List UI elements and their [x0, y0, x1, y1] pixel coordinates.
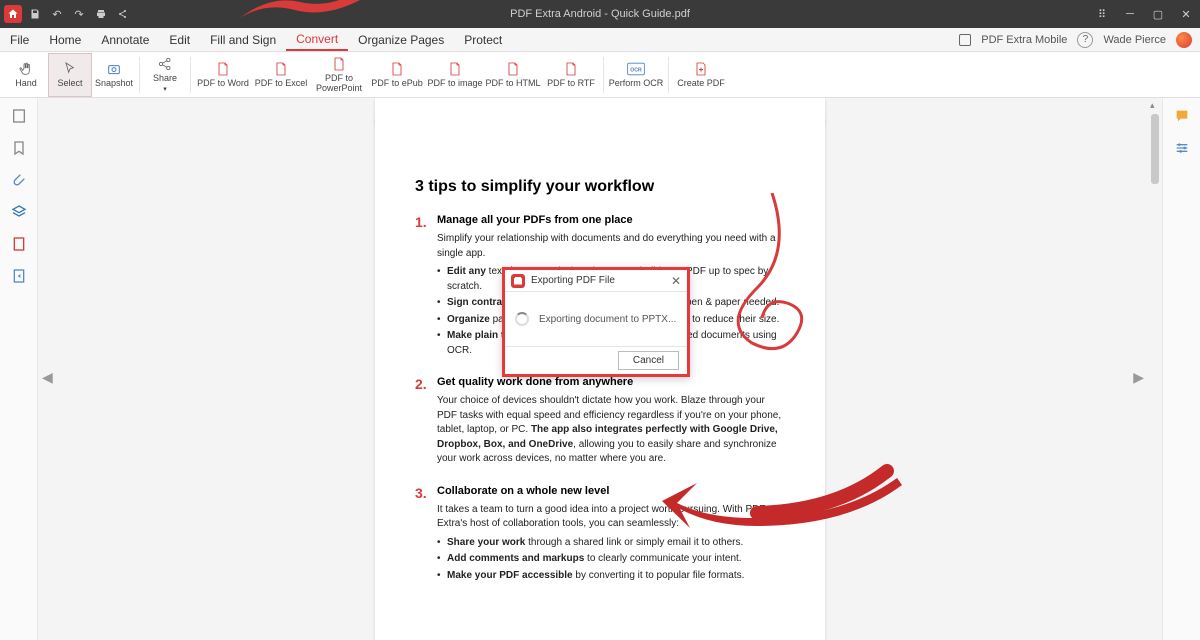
menu-file[interactable]: File: [0, 28, 39, 51]
export-dialog: Exporting PDF File ✕ Exporting document …: [502, 267, 690, 377]
doc-section-3: 3.Collaborate on a whole new levelIt tak…: [415, 485, 785, 584]
menu-protect[interactable]: Protect: [454, 28, 512, 51]
save-icon[interactable]: [26, 5, 44, 23]
dialog-message: Exporting document to PPTX...: [539, 314, 676, 325]
bookmarks-icon[interactable]: [11, 140, 27, 156]
ribbon-perform-ocr[interactable]: OCRPerform OCR: [607, 53, 665, 97]
titlebar: ↶ ↷ PDF Extra Android - Quick Guide.pdf …: [0, 0, 1200, 28]
home-icon[interactable]: [4, 5, 22, 23]
menu-fill-and-sign[interactable]: Fill and Sign: [200, 28, 286, 51]
spinner-icon: [515, 312, 529, 326]
comment-icon[interactable]: [1174, 108, 1190, 124]
thumbnails-icon[interactable]: [11, 108, 27, 124]
redo-icon[interactable]: ↷: [70, 5, 88, 23]
ribbon-snapshot[interactable]: Snapshot: [92, 53, 136, 97]
maximize-icon[interactable]: ▢: [1148, 8, 1168, 21]
app-icon: [511, 274, 525, 288]
ribbon-pdf-to-powerpoint[interactable]: PDF to PowerPoint: [310, 53, 368, 97]
ocr-icon: OCR: [627, 61, 645, 77]
ribbon: HandSelectSnapshotShare▾PDF to WordPDF t…: [0, 52, 1200, 98]
menu-convert[interactable]: Convert: [286, 28, 348, 51]
prev-page-button[interactable]: ◀: [42, 369, 53, 386]
doc-heading: 3 tips to simplify your workflow: [415, 178, 785, 196]
right-sidebar: [1162, 98, 1200, 640]
doc-icon: [215, 61, 231, 77]
close-window-icon[interactable]: ✕: [1176, 8, 1196, 21]
dialog-close-icon[interactable]: ✕: [671, 274, 681, 288]
ribbon-pdf-to-epub[interactable]: PDF to ePub: [368, 53, 426, 97]
share-quick-icon[interactable]: [114, 5, 132, 23]
ribbon-pdf-to-rtf[interactable]: PDF to RTF: [542, 53, 600, 97]
ribbon-pdf-to-excel[interactable]: PDF to Excel: [252, 53, 310, 97]
attachments-icon[interactable]: [11, 172, 27, 188]
svg-text:OCR: OCR: [630, 67, 642, 73]
cancel-button[interactable]: Cancel: [618, 351, 679, 370]
dialog-title: Exporting PDF File: [531, 275, 665, 286]
ribbon-share[interactable]: Share▾: [143, 53, 187, 97]
share-icon: [157, 56, 173, 72]
ribbon-create-pdf[interactable]: Create PDF: [672, 53, 730, 97]
doc-icon: [331, 56, 347, 72]
hand-icon: [18, 61, 34, 77]
print-icon[interactable]: [92, 5, 110, 23]
ribbon-hand[interactable]: Hand: [4, 53, 48, 97]
menu-edit[interactable]: Edit: [159, 28, 200, 51]
apps-icon[interactable]: ⠿: [1092, 8, 1112, 21]
menu-home[interactable]: Home: [39, 28, 91, 51]
doc-icon: [447, 61, 463, 77]
ribbon-select[interactable]: Select: [48, 53, 92, 97]
export-icon[interactable]: [11, 268, 27, 284]
ribbon-pdf-to-image[interactable]: PDF to image: [426, 53, 484, 97]
menubar: FileHomeAnnotateEditFill and SignConvert…: [0, 28, 1200, 52]
left-sidebar: [0, 98, 38, 640]
minimize-icon[interactable]: ─: [1120, 8, 1140, 21]
avatar[interactable]: [1176, 32, 1192, 48]
help-icon[interactable]: ?: [1077, 32, 1093, 48]
doc-icon: [563, 61, 579, 77]
mobile-label[interactable]: PDF Extra Mobile: [981, 34, 1067, 46]
document-title: PDF Extra Android - Quick Guide.pdf: [510, 8, 690, 20]
menu-annotate[interactable]: Annotate: [91, 28, 159, 51]
layers-icon[interactable]: [11, 204, 27, 220]
ribbon-pdf-to-html[interactable]: PDF to HTML: [484, 53, 542, 97]
doc-section-2: 2.Get quality work done from anywhereYou…: [415, 376, 785, 467]
username[interactable]: Wade Pierce: [1103, 34, 1166, 46]
snapshot-icon: [106, 61, 122, 77]
select-icon: [62, 61, 78, 77]
undo-icon[interactable]: ↶: [48, 5, 66, 23]
ribbon-pdf-to-word[interactable]: PDF to Word: [194, 53, 252, 97]
settings-sliders-icon[interactable]: [1174, 140, 1190, 156]
vertical-scrollbar[interactable]: ▴: [1148, 98, 1162, 640]
next-page-button[interactable]: ▶: [1133, 369, 1144, 386]
doc-icon: [389, 61, 405, 77]
sign-icon[interactable]: [11, 236, 27, 252]
create-icon: [693, 61, 709, 77]
doc-icon: [273, 61, 289, 77]
menu-organize-pages[interactable]: Organize Pages: [348, 28, 454, 51]
doc-icon: [505, 61, 521, 77]
mobile-icon[interactable]: [959, 34, 971, 46]
